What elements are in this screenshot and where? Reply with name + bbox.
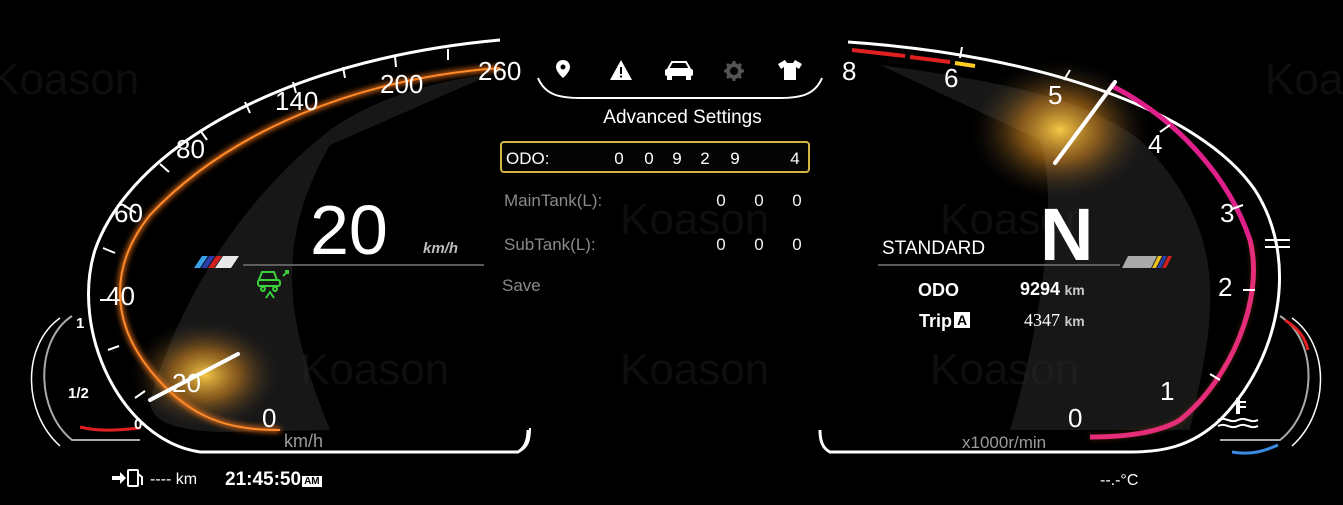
odo-unit: km xyxy=(1064,282,1085,298)
odo-label: ODO xyxy=(918,280,960,300)
odo-digit[interactable]: 9 xyxy=(668,149,686,169)
gear-icon[interactable] xyxy=(724,61,744,86)
menu-row-label: ODO: xyxy=(506,149,550,168)
odo-digit[interactable]: 0 xyxy=(610,149,628,169)
warning-triangle-icon[interactable] xyxy=(610,60,632,85)
speedo-unit-label: km/h xyxy=(284,431,324,451)
watermark: Koason xyxy=(620,345,770,394)
coolant-temp-icon xyxy=(1217,398,1259,429)
odo-digit[interactable]: 0 xyxy=(640,149,658,169)
speedo-label-260: 260 xyxy=(478,56,521,86)
tacho-unit-label: x1000r/min xyxy=(962,433,1047,452)
speed-readout: 20 xyxy=(310,191,388,269)
save-button[interactable]: Save xyxy=(502,276,541,296)
fuel-label-half: 1/2 xyxy=(68,385,89,402)
tacho-label-6: 6 xyxy=(944,63,958,93)
trip-badge: A xyxy=(954,312,971,328)
trip-readout: 4347 km xyxy=(1024,310,1085,331)
sub-tank-digit[interactable]: 0 xyxy=(712,235,730,255)
trip-label-group: Trip A xyxy=(919,311,971,332)
tacho-label-3: 3 xyxy=(1220,198,1234,228)
odo-digit[interactable]: 9 xyxy=(726,149,744,169)
drive-mode: STANDARD xyxy=(882,238,986,259)
clock-ampm: AM xyxy=(302,476,322,487)
speedo-label-80: 80 xyxy=(176,134,205,164)
tacho-label-8: 8 xyxy=(842,56,856,86)
main-tank-digit[interactable]: 0 xyxy=(750,191,768,211)
watermark: Koason xyxy=(1265,55,1343,104)
trip-value: 4347 xyxy=(1024,310,1060,330)
instrument-cluster: 0 20 40 60 80 140 200 260 0 1 2 3 4 5 6 … xyxy=(0,0,1343,505)
main-tank-digit[interactable]: 0 xyxy=(712,191,730,211)
speedo-bottom-frame xyxy=(200,429,530,454)
watermark: Koason xyxy=(300,345,450,394)
sub-tank-digit[interactable]: 0 xyxy=(750,235,768,255)
menu-row-sub-tank[interactable]: SubTank(L): 0 0 0 xyxy=(500,229,810,261)
gear-indicator: N xyxy=(1040,193,1094,276)
menu-row-label: MainTank(L): xyxy=(504,191,603,210)
watermark: Koason xyxy=(0,55,140,104)
watermark: Koason xyxy=(930,345,1080,394)
menu-row-odo[interactable]: ODO: 0 0 9 2 9 4 xyxy=(500,141,810,173)
clock-time: 21:45:50 xyxy=(225,469,302,490)
shirt-icon[interactable] xyxy=(778,60,802,85)
speedo-label-60: 60 xyxy=(114,198,143,228)
odo-value: 9294 xyxy=(1020,279,1061,299)
menu-row-label: SubTank(L): xyxy=(504,235,596,254)
tacho-label-2: 2 xyxy=(1218,272,1232,302)
speedo-label-20: 20 xyxy=(172,368,201,398)
main-tank-digit[interactable]: 0 xyxy=(788,191,806,211)
menu-icon-bar xyxy=(548,60,810,90)
trip-unit: km xyxy=(1064,313,1085,329)
odo-digit[interactable]: 4 xyxy=(786,149,804,169)
speedo-label-140: 140 xyxy=(275,86,318,116)
speedo-label-40: 40 xyxy=(106,281,135,311)
fuel-pump-icon xyxy=(112,469,143,487)
location-pin-icon[interactable] xyxy=(556,60,570,83)
odo-digit[interactable]: 2 xyxy=(696,149,714,169)
tacho-label-5: 5 xyxy=(1048,80,1062,110)
sub-tank-digit[interactable]: 0 xyxy=(788,235,806,255)
tacho-label-0: 0 xyxy=(1068,403,1082,433)
car-icon[interactable] xyxy=(664,60,694,85)
speedo-label-200: 200 xyxy=(380,69,423,99)
outside-temperature: --.-°C xyxy=(1100,472,1139,489)
fuel-range: ---- km xyxy=(150,471,198,488)
clock: 21:45:50 AM xyxy=(225,469,322,491)
speedo-label-0: 0 xyxy=(262,403,276,433)
fuel-label-full: 1 xyxy=(76,315,84,332)
tacho-label-1: 1 xyxy=(1160,376,1174,406)
speed-unit: km/h xyxy=(423,240,459,257)
fuel-label-empty: 0 xyxy=(134,416,142,433)
menu-row-main-tank[interactable]: MainTank(L): 0 0 0 xyxy=(500,185,810,217)
tacho-label-4: 4 xyxy=(1148,129,1162,159)
menu-title: Advanced Settings xyxy=(603,107,762,128)
odo-readout: 9294 km xyxy=(1020,279,1085,300)
trip-label: Trip xyxy=(919,311,953,331)
